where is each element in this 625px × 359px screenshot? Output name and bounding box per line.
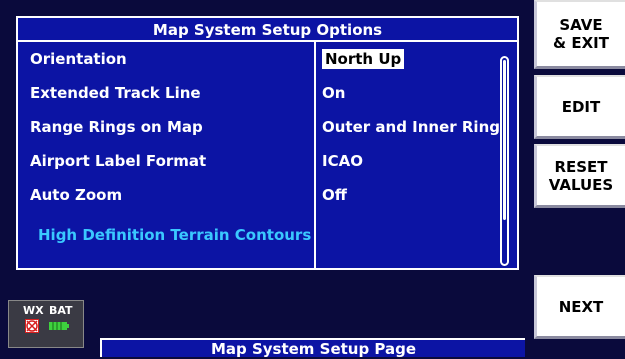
option-row-auto-zoom[interactable]: Auto Zoom Off <box>18 178 497 212</box>
battery-icon <box>49 322 69 330</box>
option-value[interactable]: Outer and Inner Ring <box>322 110 500 144</box>
option-row-airport-label-format[interactable]: Airport Label Format ICAO <box>18 144 497 178</box>
bat-label: BAT <box>49 304 73 317</box>
scrollbar[interactable] <box>500 56 509 266</box>
option-label: Range Rings on Map <box>30 118 203 136</box>
option-row-orientation[interactable]: Orientation North Up <box>18 42 497 76</box>
option-label: Extended Track Line <box>30 84 201 102</box>
scroll-thumb[interactable] <box>503 60 506 220</box>
option-label: Auto Zoom <box>30 186 123 204</box>
option-label-link[interactable]: High Definition Terrain Contours <box>38 218 311 252</box>
option-value-selected[interactable]: North Up <box>322 42 405 76</box>
weather-fault-icon <box>25 319 39 333</box>
option-value[interactable]: On <box>322 76 345 110</box>
page-title-footer: Map System Setup Page <box>100 338 525 358</box>
option-row-hd-terrain-contours[interactable]: High Definition Terrain Contours <box>18 218 497 252</box>
reset-values-button[interactable]: RESET VALUES <box>534 144 625 208</box>
edit-button[interactable]: EDIT <box>534 75 625 139</box>
option-label: Orientation <box>30 50 127 68</box>
option-row-range-rings[interactable]: Range Rings on Map Outer and Inner Ring <box>18 110 500 144</box>
next-button[interactable]: NEXT <box>534 275 625 339</box>
panel-title: Map System Setup Options <box>18 18 517 42</box>
status-indicator: WX BAT <box>8 300 84 348</box>
setup-options-panel: Map System Setup Options Orientation Nor… <box>16 16 519 270</box>
option-label: Airport Label Format <box>30 152 207 170</box>
save-exit-button[interactable]: SAVE & EXIT <box>534 0 625 69</box>
option-row-extended-track-line[interactable]: Extended Track Line On <box>18 76 497 110</box>
wx-label: WX <box>23 304 44 317</box>
screen: Map System Setup Options Orientation Nor… <box>0 0 625 358</box>
option-value[interactable]: Off <box>322 178 347 212</box>
option-value-text: North Up <box>322 49 405 69</box>
option-value[interactable]: ICAO <box>322 144 363 178</box>
